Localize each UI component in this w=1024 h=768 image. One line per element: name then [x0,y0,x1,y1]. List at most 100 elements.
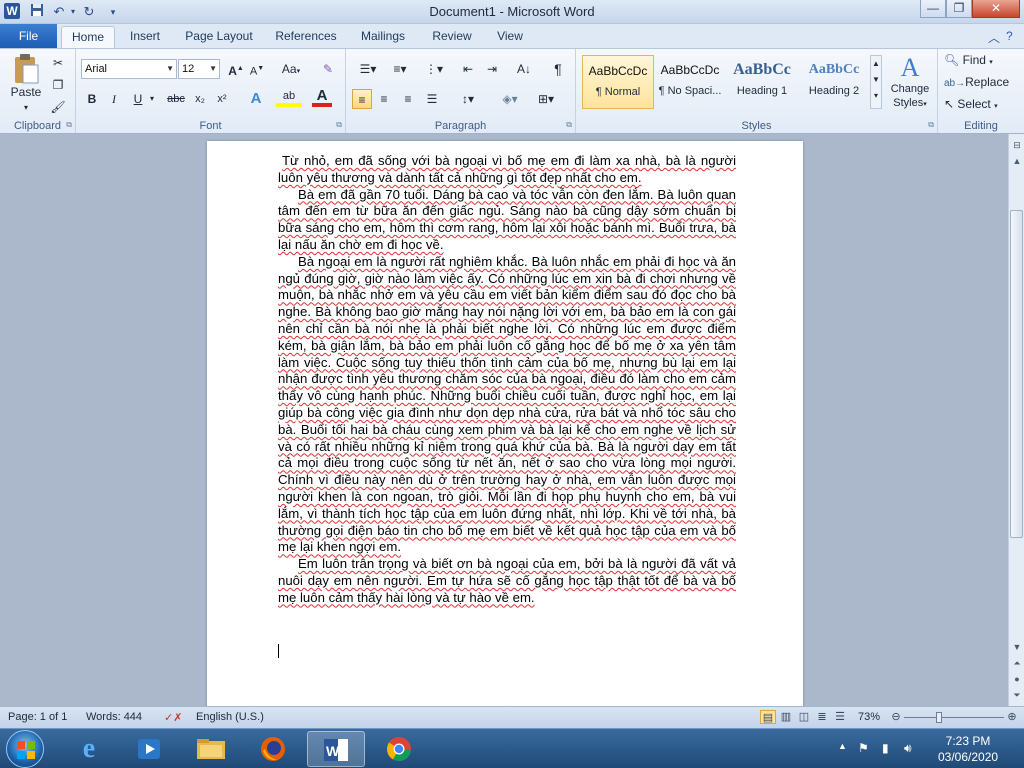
chrome-icon[interactable] [370,731,428,767]
tab-review[interactable]: Review [426,26,478,48]
tab-view[interactable]: View [490,26,530,48]
scroll-up-icon[interactable]: ▲ [1009,154,1024,168]
paragraph-1[interactable]: Từ nhỏ, em đã sống với bà ngoại vì bố mẹ… [278,153,736,187]
vertical-scrollbar[interactable]: ⊟ ▲ ▼ ⏶ ● ⏷ [1008,134,1024,706]
replace-button[interactable]: ab→Replace [944,75,1009,89]
styles-launcher-icon[interactable]: ⧉ [928,120,934,130]
ruler-toggle-icon[interactable]: ⊟ [1009,138,1024,152]
format-painter-icon[interactable]: 🖌 [48,97,68,117]
start-button[interactable] [6,730,44,768]
web-layout-icon[interactable]: ◫ [796,710,812,724]
paragraph-launcher-icon[interactable]: ⧉ [566,120,572,130]
decrease-indent-icon[interactable]: ⇤ [458,59,478,79]
find-button[interactable]: 🔍︎ Find ▾ [944,53,993,67]
font-name-combo[interactable]: Arial ▼ [81,59,177,79]
internet-explorer-icon[interactable]: e [60,731,118,767]
tab-mailings[interactable]: Mailings [354,26,412,48]
word-taskbar-icon[interactable]: W [307,731,365,767]
tab-page-layout[interactable]: Page Layout [180,26,258,48]
zoom-level[interactable]: 73% [858,711,880,723]
print-layout-view-icon[interactable]: ▤ [760,710,776,724]
show-hidden-icons[interactable]: ▲ [838,741,847,751]
tab-file[interactable]: File [0,24,57,48]
close-button[interactable]: ✕ [972,0,1020,18]
page-count[interactable]: Page: 1 of 1 [8,711,67,723]
font-launcher-icon[interactable]: ⧉ [336,120,342,130]
action-center-icon[interactable]: ⚑ [858,741,869,755]
help-icon[interactable]: ? [1006,29,1013,43]
scroll-thumb[interactable] [1010,210,1023,538]
clipboard-launcher-icon[interactable]: ⧉ [66,120,72,130]
multilevel-list-icon[interactable]: ⋮▾ [420,59,448,79]
bold-button[interactable]: B [82,89,102,109]
borders-icon[interactable]: ⊞▾ [532,89,560,109]
previous-page-icon[interactable]: ⏶ [1009,656,1024,670]
network-icon[interactable]: ▮ [882,741,889,755]
select-browse-object-icon[interactable]: ● [1009,672,1024,686]
numbering-icon[interactable]: ≡▾ [386,59,414,79]
full-screen-reading-icon[interactable]: ▥ [778,710,794,724]
minimize-ribbon-icon[interactable]: ︿ [988,29,1000,46]
volume-icon[interactable]: 🔊︎ [904,741,912,756]
line-spacing-icon[interactable]: ↕▾ [454,89,482,109]
cut-icon[interactable]: ✂ [48,53,68,73]
customize-qat-icon[interactable]: ▾ [104,3,122,21]
font-size-combo[interactable]: 12 ▼ [178,59,220,79]
next-page-icon[interactable]: ⏷ [1009,688,1024,702]
select-button[interactable]: ↖ Select ▾ [944,97,998,111]
style-heading-1[interactable]: AaBbCc Heading 1 [726,55,798,109]
media-player-icon[interactable] [120,731,178,767]
zoom-out-icon[interactable]: ⊖ [888,710,904,724]
style-normal[interactable]: AaBbCcDc ¶ Normal [582,55,654,109]
paragraph-4[interactable]: Em luôn trân trọng và biết ơn bà ngoại c… [278,556,736,606]
show-formatting-icon[interactable]: ¶ [548,59,568,79]
document-body[interactable]: Từ nhỏ, em đã sống với bà ngoại vì bố mẹ… [278,153,736,607]
grow-font-button[interactable]: A▲ [226,59,246,79]
firefox-icon[interactable] [244,731,302,767]
outline-view-icon[interactable]: ≣ [814,710,830,724]
text-effects-button[interactable]: A [246,89,266,109]
style-heading-2[interactable]: AaBbCc Heading 2 [798,55,870,109]
sort-icon[interactable]: A↓ [514,59,534,79]
draft-view-icon[interactable]: ☰ [832,710,848,724]
minimize-button[interactable]: — [920,0,946,18]
font-color-button[interactable]: A [312,88,332,107]
tab-insert[interactable]: Insert [122,26,168,48]
subscript-button[interactable]: x₂ [190,89,210,109]
shading-icon[interactable]: ◈▾ [496,89,524,109]
underline-button[interactable]: U [128,89,148,109]
tab-home[interactable]: Home [61,26,115,48]
zoom-in-icon[interactable]: ⊕ [1004,710,1020,724]
align-right-icon[interactable]: ≡ [398,89,418,109]
zoom-slider[interactable] [904,717,1004,718]
highlight-button[interactable]: ab [276,89,302,107]
word-count[interactable]: Words: 444 [86,711,142,723]
redo-icon[interactable]: ↻ [80,3,98,21]
bullets-icon[interactable]: ☰▾ [354,59,382,79]
clear-formatting-icon[interactable]: ✎ [318,59,338,79]
style-no-spacing[interactable]: AaBbCcDc ¶ No Spaci... [654,55,726,109]
proofing-icon[interactable]: ✓✗ [164,711,182,724]
paragraph-2[interactable]: Bà em đã gần 70 tuổi. Dáng bà cao và tóc… [278,187,736,254]
justify-icon[interactable]: ☰ [422,89,442,109]
document-page[interactable]: Từ nhỏ, em đã sống với bà ngoại vì bố mẹ… [207,141,803,706]
copy-icon[interactable]: ❐ [48,75,68,95]
italic-button[interactable]: I [104,89,124,109]
restore-button[interactable]: ❐ [946,0,972,18]
shrink-font-button[interactable]: A▼ [247,59,267,79]
scroll-down-icon[interactable]: ▼ [1009,640,1024,654]
align-center-icon[interactable]: ≡ [374,89,394,109]
paragraph-3[interactable]: Bà ngoại em là người rất nghiêm khắc. Bà… [278,254,736,556]
word-app-icon[interactable]: W [4,3,20,19]
save-icon[interactable] [28,3,46,21]
change-case-button[interactable]: Aa▾ [278,59,304,79]
tab-references[interactable]: References [270,26,342,48]
zoom-slider-thumb[interactable] [936,712,942,723]
superscript-button[interactable]: x² [212,89,232,109]
increase-indent-icon[interactable]: ⇥ [482,59,502,79]
clock[interactable]: 7:23 PM 03/06/2020 [938,733,998,765]
styles-scroll-icon[interactable]: ▲ ▼ ▾ [870,55,882,109]
align-left-icon[interactable]: ≡ [352,89,372,109]
file-explorer-icon[interactable] [182,731,240,767]
paste-button[interactable]: Paste ▾ [6,53,46,115]
